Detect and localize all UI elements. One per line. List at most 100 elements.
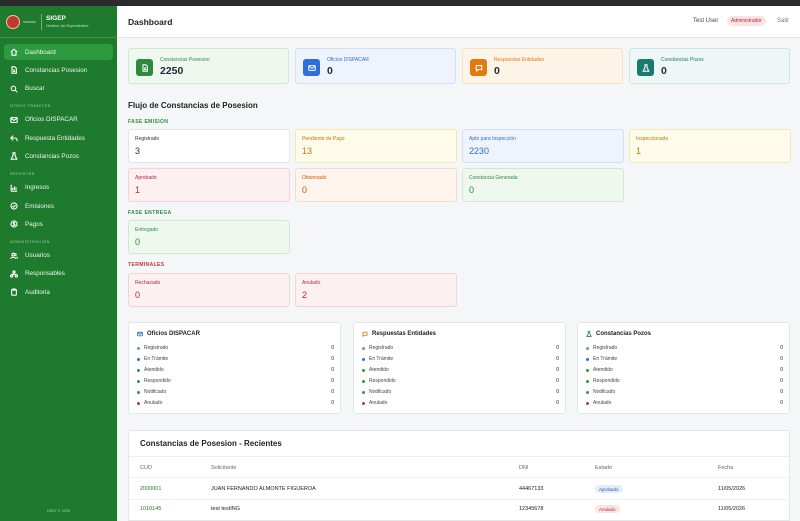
sidebar-item-respuesta-entidades[interactable]: Respuesta Entidades xyxy=(4,130,113,146)
sidebar-item-label: Pagos xyxy=(25,220,43,228)
dni-cell: 12345678 xyxy=(519,506,544,512)
panel-row: Atendido 0 xyxy=(137,366,334,377)
status-dot xyxy=(362,402,365,405)
phase-emision-label: FASE EMISION xyxy=(128,119,169,125)
column-header-fecha[interactable]: Fecha xyxy=(718,465,733,471)
flow-card-registrado[interactable]: Registrado 3 xyxy=(128,129,290,163)
flow-card-label: Apto para Inspección xyxy=(469,136,516,142)
status-dot xyxy=(137,347,140,350)
chat-icon xyxy=(470,59,487,76)
phase-terminales-label: TERMINALES xyxy=(128,262,165,268)
chat-icon xyxy=(362,331,368,337)
phase-entrega-label: FASE ENTREGA xyxy=(128,210,172,216)
divider xyxy=(129,499,789,500)
flow-card-observado[interactable]: Observado 0 xyxy=(295,168,457,202)
stat-label: Respuestas Entidades xyxy=(494,57,545,63)
flow-card-inspeccionado[interactable]: Inspeccionado 1 xyxy=(629,129,791,163)
panel-row: Respondido 0 xyxy=(586,377,783,388)
stat-card-pozos[interactable]: Constancias Pozos 0 xyxy=(629,48,790,84)
sidebar-section-admin: ADMINISTRACIÓN xyxy=(10,239,50,244)
sidebar-item-pagos[interactable]: Pagos xyxy=(4,216,113,232)
dollar-icon xyxy=(10,220,18,228)
recent-constancias-table: Constancias de Posesion - Recientes CUD … xyxy=(128,430,790,521)
flow-card-aprobado[interactable]: Aprobado 1 xyxy=(128,168,290,202)
user-name: Test User xyxy=(693,18,719,24)
sidebar-item-constancias-pozos[interactable]: Constancias Pozos xyxy=(4,148,113,164)
panel-row: Registrado 0 xyxy=(137,344,334,355)
flow-card-value: 0 xyxy=(469,185,475,195)
solicitante-cell: JUAN FERNANDO ALMONTE FIGUEROA xyxy=(211,486,316,492)
cud-link[interactable]: 1010145 xyxy=(140,506,161,512)
panel-row: Notificado 0 xyxy=(362,388,559,399)
stat-card-constancias[interactable]: Constancias Posesion 2250 xyxy=(128,48,289,84)
stat-label: Constancias Posesion xyxy=(160,57,210,63)
sidebar-item-label: Oficios DISPACAR xyxy=(25,116,78,124)
sidebar-item-ingresos[interactable]: Ingresos xyxy=(4,180,113,196)
hierarchy-icon xyxy=(10,270,18,278)
status-dot xyxy=(362,347,365,350)
mail-icon xyxy=(137,331,143,337)
flow-card-label: Anulado xyxy=(302,280,321,286)
panel-row: Anulado 0 xyxy=(362,399,559,410)
status-dot xyxy=(362,391,365,394)
sidebar-item-label: Respuesta Entidades xyxy=(25,134,85,142)
flow-card-rechazado[interactable]: Rechazado 0 xyxy=(128,273,290,307)
status-dot xyxy=(586,358,589,361)
status-dot xyxy=(586,391,589,394)
panel-row: En Trámite 0 xyxy=(362,355,559,366)
sidebar-item-constancias-posesion[interactable]: Constancias Posesion xyxy=(4,62,113,78)
flow-card-apto-inspeccion[interactable]: Apto para Inspección 2230 xyxy=(462,129,624,163)
flask-icon xyxy=(586,331,592,337)
stat-value: 2250 xyxy=(160,65,184,77)
sidebar-item-emisiones[interactable]: Emisiones xyxy=(4,198,113,214)
stat-card-respuestas[interactable]: Respuestas Entidades 0 xyxy=(462,48,623,84)
flow-card-label: Constancia Generada xyxy=(469,175,518,181)
chart-icon xyxy=(10,184,18,192)
home-icon xyxy=(10,48,18,56)
panel-title: Oficios DISPACAR xyxy=(147,331,200,337)
status-badge: Anulado xyxy=(595,505,620,513)
sidebar-item-label: Buscar xyxy=(25,85,45,93)
sidebar-item-buscar[interactable]: Buscar xyxy=(4,81,113,97)
stat-label: Oficios DISPACAR xyxy=(327,57,369,63)
panel-row: En Trámite 0 xyxy=(586,355,783,366)
flask-icon xyxy=(637,59,654,76)
sidebar-item-responsables[interactable]: Responsables xyxy=(4,266,113,282)
status-dot xyxy=(137,380,140,383)
flow-card-value: 0 xyxy=(135,237,141,247)
column-header-cud[interactable]: CUD xyxy=(140,465,152,471)
panel-title: Constancias Pozos xyxy=(596,331,652,337)
status-dot xyxy=(137,391,140,394)
stat-card-oficios[interactable]: Oficios DISPACAR 0 xyxy=(295,48,456,84)
sidebar-nav: Dashboard Constancias Posesion Buscar OT… xyxy=(0,38,117,309)
cud-link[interactable]: 2000001 xyxy=(140,486,161,492)
column-header-estado[interactable]: Estado xyxy=(595,465,612,471)
panel-row: En Trámite 0 xyxy=(137,355,334,366)
logout-link[interactable]: Salir xyxy=(777,18,789,24)
page-title: Dashboard xyxy=(128,17,173,27)
sidebar-item-label: Emisiones xyxy=(25,202,55,210)
sidebar-footer: DRAT © 2026 xyxy=(46,509,71,513)
logo-text: SISTEMA xyxy=(23,19,37,24)
flow-card-constancia-generada[interactable]: Constancia Generada 0 xyxy=(462,168,624,202)
sidebar-item-usuarios[interactable]: Usuarios xyxy=(4,248,113,264)
status-dot xyxy=(586,347,589,350)
flow-card-anulado[interactable]: Anulado 2 xyxy=(295,273,457,307)
sidebar-item-label: Constancias Pozos xyxy=(25,152,79,160)
recent-title: Constancias de Posesion - Recientes xyxy=(140,439,282,448)
sidebar-item-oficios-dispacar[interactable]: Oficios DISPACAR xyxy=(4,112,113,128)
flow-card-entregado[interactable]: Entregado 0 xyxy=(128,220,290,254)
sidebar-item-dashboard[interactable]: Dashboard xyxy=(4,44,113,60)
sidebar-item-auditoria[interactable]: Auditoria xyxy=(4,284,113,300)
fecha-cell: 11/05/2026 xyxy=(718,506,746,512)
mail-icon xyxy=(10,116,18,123)
status-dot xyxy=(137,358,140,361)
column-header-solicitante[interactable]: Solicitante xyxy=(211,465,236,471)
check-circle-icon xyxy=(10,202,18,210)
sidebar-item-label: Dashboard xyxy=(25,48,56,56)
flow-card-value: 3 xyxy=(135,146,141,156)
flow-card-pendiente-pago[interactable]: Pendiente de Pago 13 xyxy=(295,129,457,163)
column-header-dni[interactable]: DNI xyxy=(519,465,528,471)
panel-respuestas-entidades: Respuestas Entidades Registrado 0 En Trám… xyxy=(353,322,566,414)
stat-value: 0 xyxy=(494,65,500,77)
